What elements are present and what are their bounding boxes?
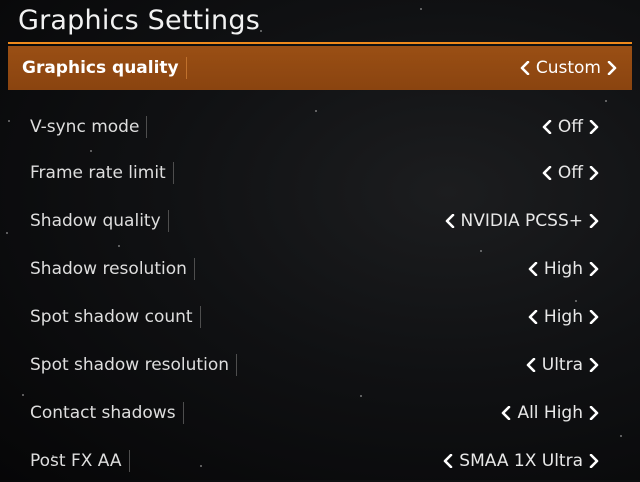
chevron-right-icon[interactable] <box>588 212 600 230</box>
setting-row-graphics-quality[interactable]: Graphics quality Custom <box>8 46 632 90</box>
chevron-right-icon[interactable] <box>588 404 600 422</box>
chevron-right-icon[interactable] <box>588 356 600 374</box>
setting-label: Spot shadow resolution <box>30 355 229 375</box>
label-separator <box>167 210 169 232</box>
setting-value: High <box>543 259 583 279</box>
setting-label: Graphics quality <box>22 58 179 78</box>
setting-value: SMAA 1X Ultra <box>459 451 583 471</box>
setting-row-spot-shadow-resolution[interactable]: Spot shadow resolution Ultra <box>14 344 624 386</box>
title-divider <box>8 42 632 44</box>
setting-selector: High <box>527 307 600 327</box>
label-separator <box>236 354 237 376</box>
label-separator <box>172 162 174 184</box>
setting-row-spot-shadow-count[interactable]: Spot shadow count High <box>14 296 624 338</box>
setting-selector: All High <box>500 403 600 423</box>
setting-label: Frame rate limit <box>30 163 166 183</box>
chevron-right-icon[interactable] <box>588 164 600 182</box>
setting-selector: Ultra <box>525 355 600 375</box>
chevron-left-icon[interactable] <box>519 59 531 77</box>
chevron-left-icon[interactable] <box>500 404 512 422</box>
chevron-left-icon[interactable] <box>527 308 539 326</box>
setting-selector: Off <box>541 117 600 137</box>
setting-row-contact-shadows[interactable]: Contact shadows All High <box>14 392 624 434</box>
setting-value: NVIDIA PCSS+ <box>460 211 583 231</box>
chevron-right-icon[interactable] <box>606 59 618 77</box>
setting-value: All High <box>517 403 583 423</box>
setting-value: Ultra <box>541 355 583 375</box>
label-separator <box>199 306 201 328</box>
chevron-left-icon[interactable] <box>541 164 553 182</box>
setting-row-frame-rate-limit[interactable]: Frame rate limit Off <box>14 152 624 194</box>
chevron-right-icon[interactable] <box>588 308 600 326</box>
chevron-left-icon[interactable] <box>525 356 537 374</box>
setting-label: V-sync mode <box>30 117 140 137</box>
setting-value: Off <box>557 117 583 137</box>
setting-selector: Custom <box>519 58 618 78</box>
chevron-left-icon[interactable] <box>541 118 553 136</box>
page-title: Graphics Settings <box>18 5 260 36</box>
setting-selector: SMAA 1X Ultra <box>442 451 600 471</box>
chevron-left-icon[interactable] <box>444 212 456 230</box>
setting-label: Shadow resolution <box>30 259 187 279</box>
setting-row-post-fx-aa[interactable]: Post FX AA SMAA 1X Ultra <box>14 440 624 482</box>
setting-label: Post FX AA <box>30 451 122 471</box>
setting-label: Contact shadows <box>30 403 176 423</box>
setting-row-shadow-resolution[interactable]: Shadow resolution High <box>14 248 624 290</box>
label-separator <box>182 402 184 424</box>
setting-label: Spot shadow count <box>30 307 193 327</box>
chevron-left-icon[interactable] <box>442 452 454 470</box>
setting-selector: High <box>527 259 600 279</box>
setting-value: Off <box>557 163 583 183</box>
setting-label: Shadow quality <box>30 211 161 231</box>
label-separator <box>128 450 130 472</box>
setting-value: High <box>543 307 583 327</box>
setting-row-vsync-mode[interactable]: V-sync mode Off <box>14 106 624 148</box>
setting-selector: NVIDIA PCSS+ <box>444 211 600 231</box>
chevron-left-icon[interactable] <box>527 260 539 278</box>
label-separator <box>146 116 148 138</box>
label-separator <box>185 57 187 79</box>
setting-value: Custom <box>535 58 601 78</box>
label-separator <box>193 258 195 280</box>
setting-row-shadow-quality[interactable]: Shadow quality NVIDIA PCSS+ <box>14 200 624 242</box>
chevron-right-icon[interactable] <box>588 452 600 470</box>
setting-selector: Off <box>541 163 600 183</box>
chevron-right-icon[interactable] <box>588 260 600 278</box>
chevron-right-icon[interactable] <box>588 118 600 136</box>
